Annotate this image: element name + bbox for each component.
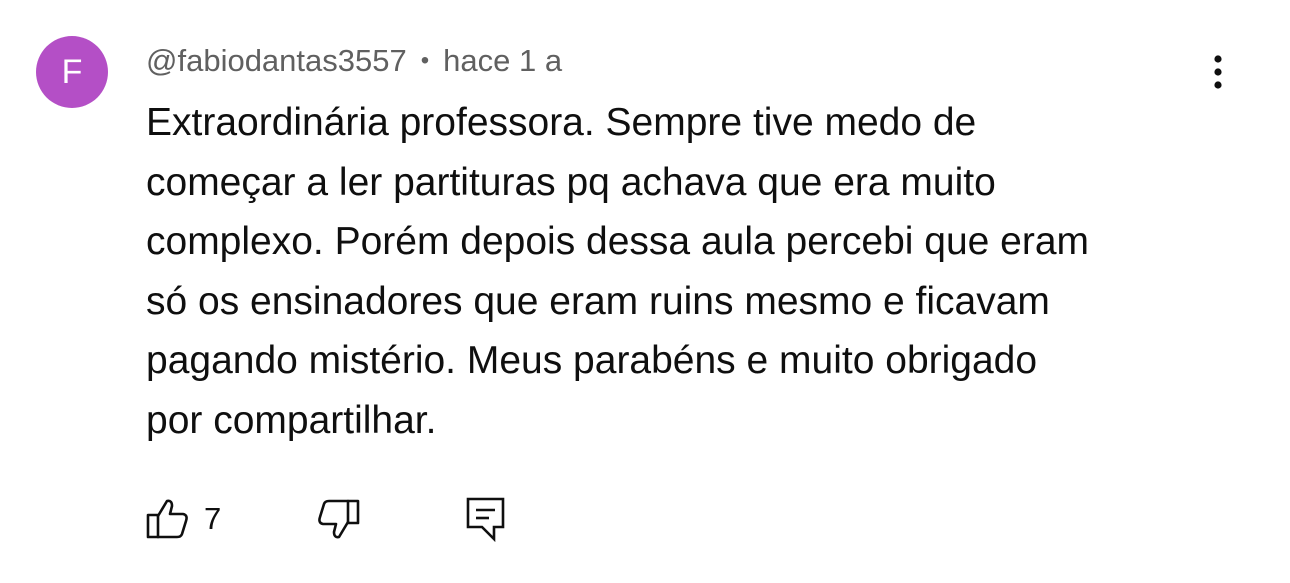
meta-separator: •: [420, 47, 430, 74]
reply-comment-icon: [464, 495, 508, 543]
author-handle[interactable]: @fabiodantas3557: [146, 43, 407, 79]
more-vertical-icon: [1213, 54, 1223, 90]
more-options-button[interactable]: [1196, 50, 1240, 94]
like-button[interactable]: 7: [144, 495, 314, 543]
comment-actions: 7: [144, 494, 508, 544]
avatar[interactable]: F: [36, 36, 108, 108]
comment-header: @fabiodantas3557 • hace 1 a: [146, 40, 562, 82]
reply-button[interactable]: [464, 495, 508, 543]
comment-text: Extraordinária professora. Sempre tive m…: [146, 101, 1090, 442]
avatar-letter: F: [61, 53, 83, 91]
thumbs-down-icon: [314, 495, 362, 543]
like-count: 7: [204, 501, 222, 536]
thumbs-up-icon: [144, 495, 192, 543]
comment-timestamp[interactable]: hace 1 a: [443, 43, 562, 79]
comment-card: F @fabiodantas3557 • hace 1 a Extraordin…: [0, 0, 1290, 583]
dislike-button[interactable]: [314, 495, 464, 543]
